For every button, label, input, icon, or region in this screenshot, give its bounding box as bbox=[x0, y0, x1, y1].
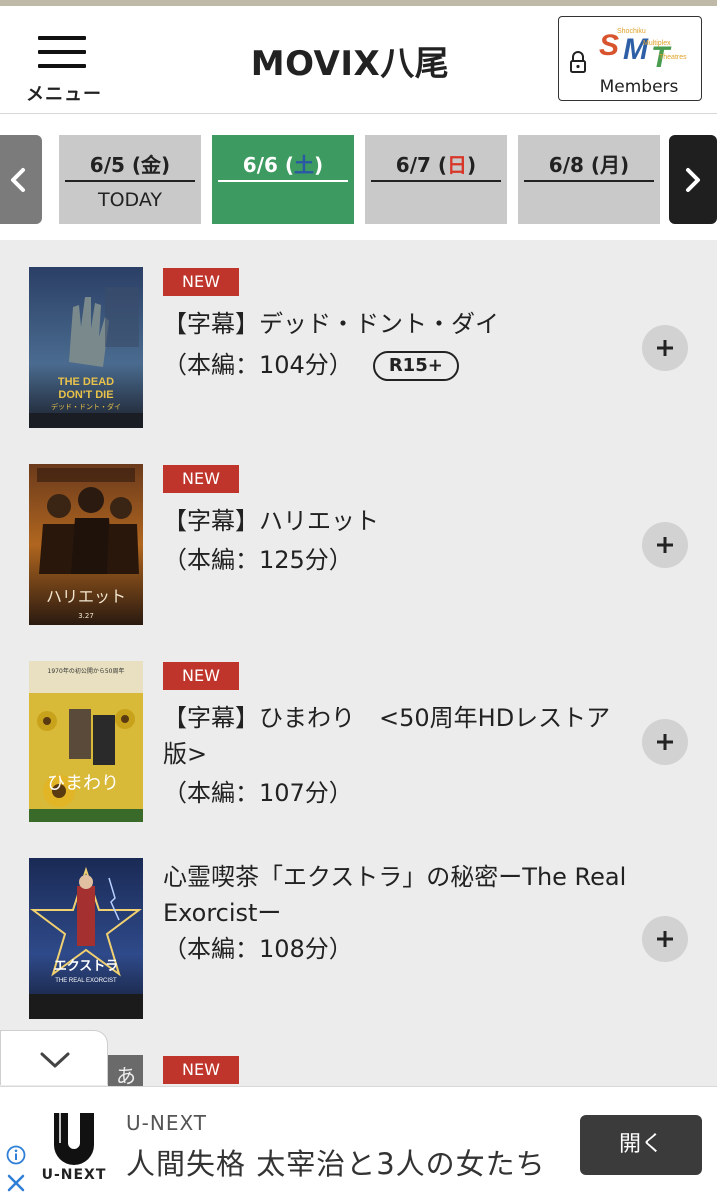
members-button[interactable]: S M T Shochiku Multiplex Theatres Member… bbox=[558, 16, 702, 101]
svg-text:3.27: 3.27 bbox=[78, 612, 94, 620]
svg-text:ひまわり: ひまわり bbox=[47, 773, 119, 794]
chevron-down-icon bbox=[40, 1052, 70, 1068]
divider bbox=[65, 180, 195, 182]
chevron-right-icon bbox=[686, 168, 700, 192]
new-badge: NEW bbox=[163, 268, 239, 296]
svg-text:THE DEAD: THE DEAD bbox=[58, 376, 114, 388]
film-title[interactable]: 【字幕】ひまわり <50周年HDレストア版> bbox=[163, 700, 613, 772]
svg-text:S: S bbox=[599, 29, 619, 62]
poster-text: あ bbox=[116, 1064, 136, 1088]
rating-badge: R15+ bbox=[372, 351, 459, 381]
lock-icon bbox=[570, 51, 586, 73]
date-tab-3[interactable]: 6/8 (月) bbox=[518, 135, 660, 224]
date-tab-dow: 土 bbox=[294, 153, 315, 177]
poster-image: 1970年の初公開から50周年 ひまわり bbox=[29, 661, 143, 822]
expand-showtimes-button[interactable] bbox=[642, 325, 688, 371]
film-runtime: （本編：108分） bbox=[163, 935, 353, 963]
svg-text:DON'T DIE: DON'T DIE bbox=[58, 389, 113, 401]
date-tab-date: 6/6 bbox=[242, 153, 278, 177]
date-tab-date: 6/5 bbox=[89, 153, 125, 177]
film-poster[interactable]: THE DEAD DON'T DIE デッド・ドント・ダイ bbox=[29, 267, 143, 428]
ad-banner[interactable]: U-NEXT U-NEXT 人間失格 太宰治と3人の女たち 開く bbox=[0, 1086, 717, 1200]
ad-logo-text: U-NEXT bbox=[41, 1167, 107, 1183]
date-tab-sub: TODAY bbox=[98, 189, 162, 211]
unext-logo-icon bbox=[54, 1113, 94, 1165]
date-tab-date: 6/7 bbox=[395, 153, 431, 177]
chevron-left-icon bbox=[11, 168, 25, 192]
film-title[interactable]: 【字幕】デッド・ドント・ダイ bbox=[163, 306, 623, 342]
film-card[interactable]: エクストラ THE REAL EXORCIST 心霊喫茶「エクストラ」の秘密ーT… bbox=[0, 845, 717, 1031]
members-label: Members bbox=[599, 77, 679, 97]
info-icon[interactable] bbox=[6, 1145, 26, 1165]
collapse-ad-button[interactable] bbox=[0, 1030, 108, 1085]
svg-text:THE REAL EXORCIST: THE REAL EXORCIST bbox=[55, 978, 117, 984]
film-poster[interactable]: エクストラ THE REAL EXORCIST bbox=[29, 858, 143, 1019]
poster-image: THE DEAD DON'T DIE デッド・ドント・ダイ bbox=[29, 267, 143, 428]
close-icon[interactable] bbox=[6, 1173, 26, 1193]
svg-text:ハリエット: ハリエット bbox=[46, 587, 126, 606]
film-title[interactable]: 【字幕】ハリエット bbox=[163, 503, 623, 539]
poster-image: ハリエット 3.27 bbox=[29, 464, 143, 625]
page-title: MOVIX八尾 bbox=[250, 44, 450, 84]
svg-text:Theatres: Theatres bbox=[659, 54, 687, 61]
film-runtime: （本編：104分） bbox=[163, 351, 353, 379]
expand-showtimes-button[interactable] bbox=[642, 719, 688, 765]
expand-showtimes-button[interactable] bbox=[642, 522, 688, 568]
date-tab-dow: 日 bbox=[447, 153, 468, 177]
film-title[interactable]: 心霊喫茶「エクストラ」の秘密ーThe Real Exorcistー bbox=[163, 859, 633, 931]
date-tab-2[interactable]: 6/7 (日) bbox=[365, 135, 507, 224]
film-card[interactable]: ハリエット 3.27 NEW 【字幕】ハリエット （本編：125分） bbox=[0, 451, 717, 637]
ad-open-button[interactable]: 開く bbox=[580, 1115, 702, 1175]
film-card[interactable]: 1970年の初公開から50周年 ひまわり NEW 【字幕】ひまわり <50周年H… bbox=[0, 648, 717, 834]
smt-logo-icon: S M T Shochiku Multiplex Theatres bbox=[599, 28, 687, 73]
film-poster[interactable]: 1970年の初公開から50周年 ひまわり bbox=[29, 661, 143, 822]
date-selector: 6/5 (金) TODAY 6/6 (土) 6/7 (日) 6/8 (月) bbox=[0, 114, 717, 240]
svg-text:エクストラ: エクストラ bbox=[54, 959, 119, 974]
divider bbox=[524, 180, 654, 182]
svg-text:Shochiku: Shochiku bbox=[617, 28, 646, 35]
date-tab-0[interactable]: 6/5 (金) TODAY bbox=[59, 135, 201, 224]
prev-date-button[interactable] bbox=[0, 135, 42, 224]
film-runtime-row: （本編：104分） R15+ bbox=[163, 347, 459, 383]
plus-icon bbox=[657, 734, 673, 750]
date-tab-1[interactable]: 6/6 (土) bbox=[212, 135, 354, 224]
film-card[interactable]: THE DEAD DON'T DIE デッド・ドント・ダイ NEW 【字幕】デッ… bbox=[0, 254, 717, 440]
new-badge: NEW bbox=[163, 465, 239, 493]
new-badge: NEW bbox=[163, 1056, 239, 1084]
site-header: メニュー MOVIX八尾 S M T Shochiku Multiplex Th… bbox=[0, 6, 717, 114]
film-runtime: （本編：107分） bbox=[163, 779, 353, 807]
svg-text:デッド・ドント・ダイ: デッド・ドント・ダイ bbox=[51, 402, 121, 411]
date-tab-date: 6/8 bbox=[548, 153, 584, 177]
svg-text:1970年の初公開から50周年: 1970年の初公開から50周年 bbox=[48, 667, 125, 675]
ad-headline[interactable]: 人間失格 太宰治と3人の女たち bbox=[126, 1141, 546, 1183]
svg-text:Multiplex: Multiplex bbox=[643, 40, 671, 47]
ad-brand: U-NEXT bbox=[126, 1111, 208, 1135]
date-tab-dow: 金 bbox=[141, 153, 162, 177]
poster-image: エクストラ THE REAL EXORCIST bbox=[29, 858, 143, 1019]
next-date-button[interactable] bbox=[669, 135, 717, 224]
film-poster[interactable]: ハリエット 3.27 bbox=[29, 464, 143, 625]
divider bbox=[218, 180, 348, 182]
hamburger-icon-bar bbox=[38, 64, 86, 68]
hamburger-icon-bar bbox=[38, 50, 86, 54]
divider bbox=[371, 180, 501, 182]
expand-showtimes-button[interactable] bbox=[642, 916, 688, 962]
plus-icon bbox=[657, 931, 673, 947]
plus-icon bbox=[657, 537, 673, 553]
page: メニュー MOVIX八尾 S M T Shochiku Multiplex Th… bbox=[0, 0, 717, 1200]
new-badge: NEW bbox=[163, 662, 239, 690]
svg-text:M: M bbox=[623, 33, 649, 66]
date-tab-dow: 月 bbox=[600, 153, 621, 177]
hamburger-icon bbox=[38, 36, 86, 40]
menu-label: メニュー bbox=[26, 84, 102, 105]
menu-button[interactable]: メニュー bbox=[22, 30, 106, 106]
film-runtime: （本編：125分） bbox=[163, 546, 353, 574]
plus-icon bbox=[657, 340, 673, 356]
